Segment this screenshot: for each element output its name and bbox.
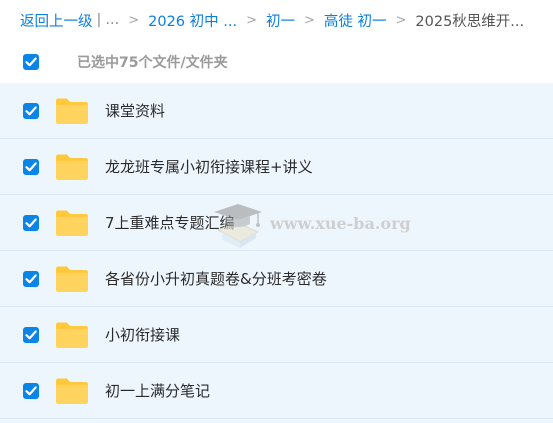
folder-icon (55, 377, 89, 405)
file-name[interactable]: 7上重难点专题汇编 (105, 212, 235, 233)
breadcrumb: 返回上一级 | ... > 2026 初中 ... > 初一 > 高徒 初一 >… (0, 0, 553, 40)
checkmark-icon (25, 330, 37, 339)
file-name[interactable]: 课堂资料 (105, 100, 165, 121)
breadcrumb-ellipsis[interactable]: ... (105, 12, 119, 28)
checkmark-icon (25, 162, 37, 171)
file-name[interactable]: 初一上满分笔记 (105, 380, 210, 401)
checkmark-icon (25, 106, 37, 115)
list-item[interactable]: 课堂资料 (0, 83, 553, 139)
folder-icon (55, 97, 89, 125)
checkmark-icon (25, 274, 37, 283)
file-name[interactable]: 各省份小升初真题卷&分班考密卷 (105, 268, 327, 289)
list-item[interactable]: 龙龙班专属小初衔接课程+讲义 (0, 139, 553, 195)
row-checkbox[interactable] (23, 102, 39, 119)
file-list: 课堂资料 龙龙班专属小初衔接课程+讲义 7上重难点专题汇编 各省份小升初真题卷&… (0, 83, 553, 423)
row-checkbox[interactable] (23, 158, 39, 175)
breadcrumb-separator: > (246, 12, 257, 28)
breadcrumb-item-class[interactable]: 高徒 初一 (324, 10, 387, 31)
folder-icon (55, 153, 89, 181)
checkmark-icon (25, 218, 37, 227)
folder-icon (55, 265, 89, 293)
select-all-checkbox[interactable] (23, 53, 39, 70)
breadcrumb-separator: > (395, 12, 407, 28)
folder-icon (55, 321, 89, 349)
breadcrumb-item-grade[interactable]: 初一 (266, 10, 295, 31)
list-item[interactable]: 7上重难点专题汇编 (0, 195, 553, 251)
checkmark-icon (25, 57, 37, 66)
breadcrumb-separator: > (303, 12, 315, 28)
row-checkbox[interactable] (23, 214, 39, 231)
breadcrumb-item-2026[interactable]: 2026 初中 ... (148, 10, 237, 31)
file-name[interactable]: 龙龙班专属小初衔接课程+讲义 (105, 156, 313, 177)
back-link[interactable]: 返回上一级 (20, 10, 93, 31)
list-item[interactable]: 初一上满分笔记 (0, 363, 553, 419)
folder-icon (55, 209, 89, 237)
file-name[interactable]: 小初衔接课 (105, 324, 180, 345)
list-item[interactable]: 小初衔接课 (0, 307, 553, 363)
list-item[interactable]: 各省份小升初真题卷&分班考密卷 (0, 251, 553, 307)
breadcrumb-pipe: | (96, 12, 102, 28)
breadcrumb-separator: > (128, 12, 140, 28)
checkmark-icon (25, 386, 37, 395)
row-checkbox[interactable] (23, 382, 39, 399)
selection-count-label: 已选中75个文件/文件夹 (77, 54, 228, 71)
breadcrumb-item-current: 2025秋思维开... (415, 13, 525, 30)
selection-bar: 已选中75个文件/文件夹 (0, 40, 553, 83)
row-checkbox[interactable] (23, 270, 39, 287)
row-checkbox[interactable] (23, 326, 39, 343)
